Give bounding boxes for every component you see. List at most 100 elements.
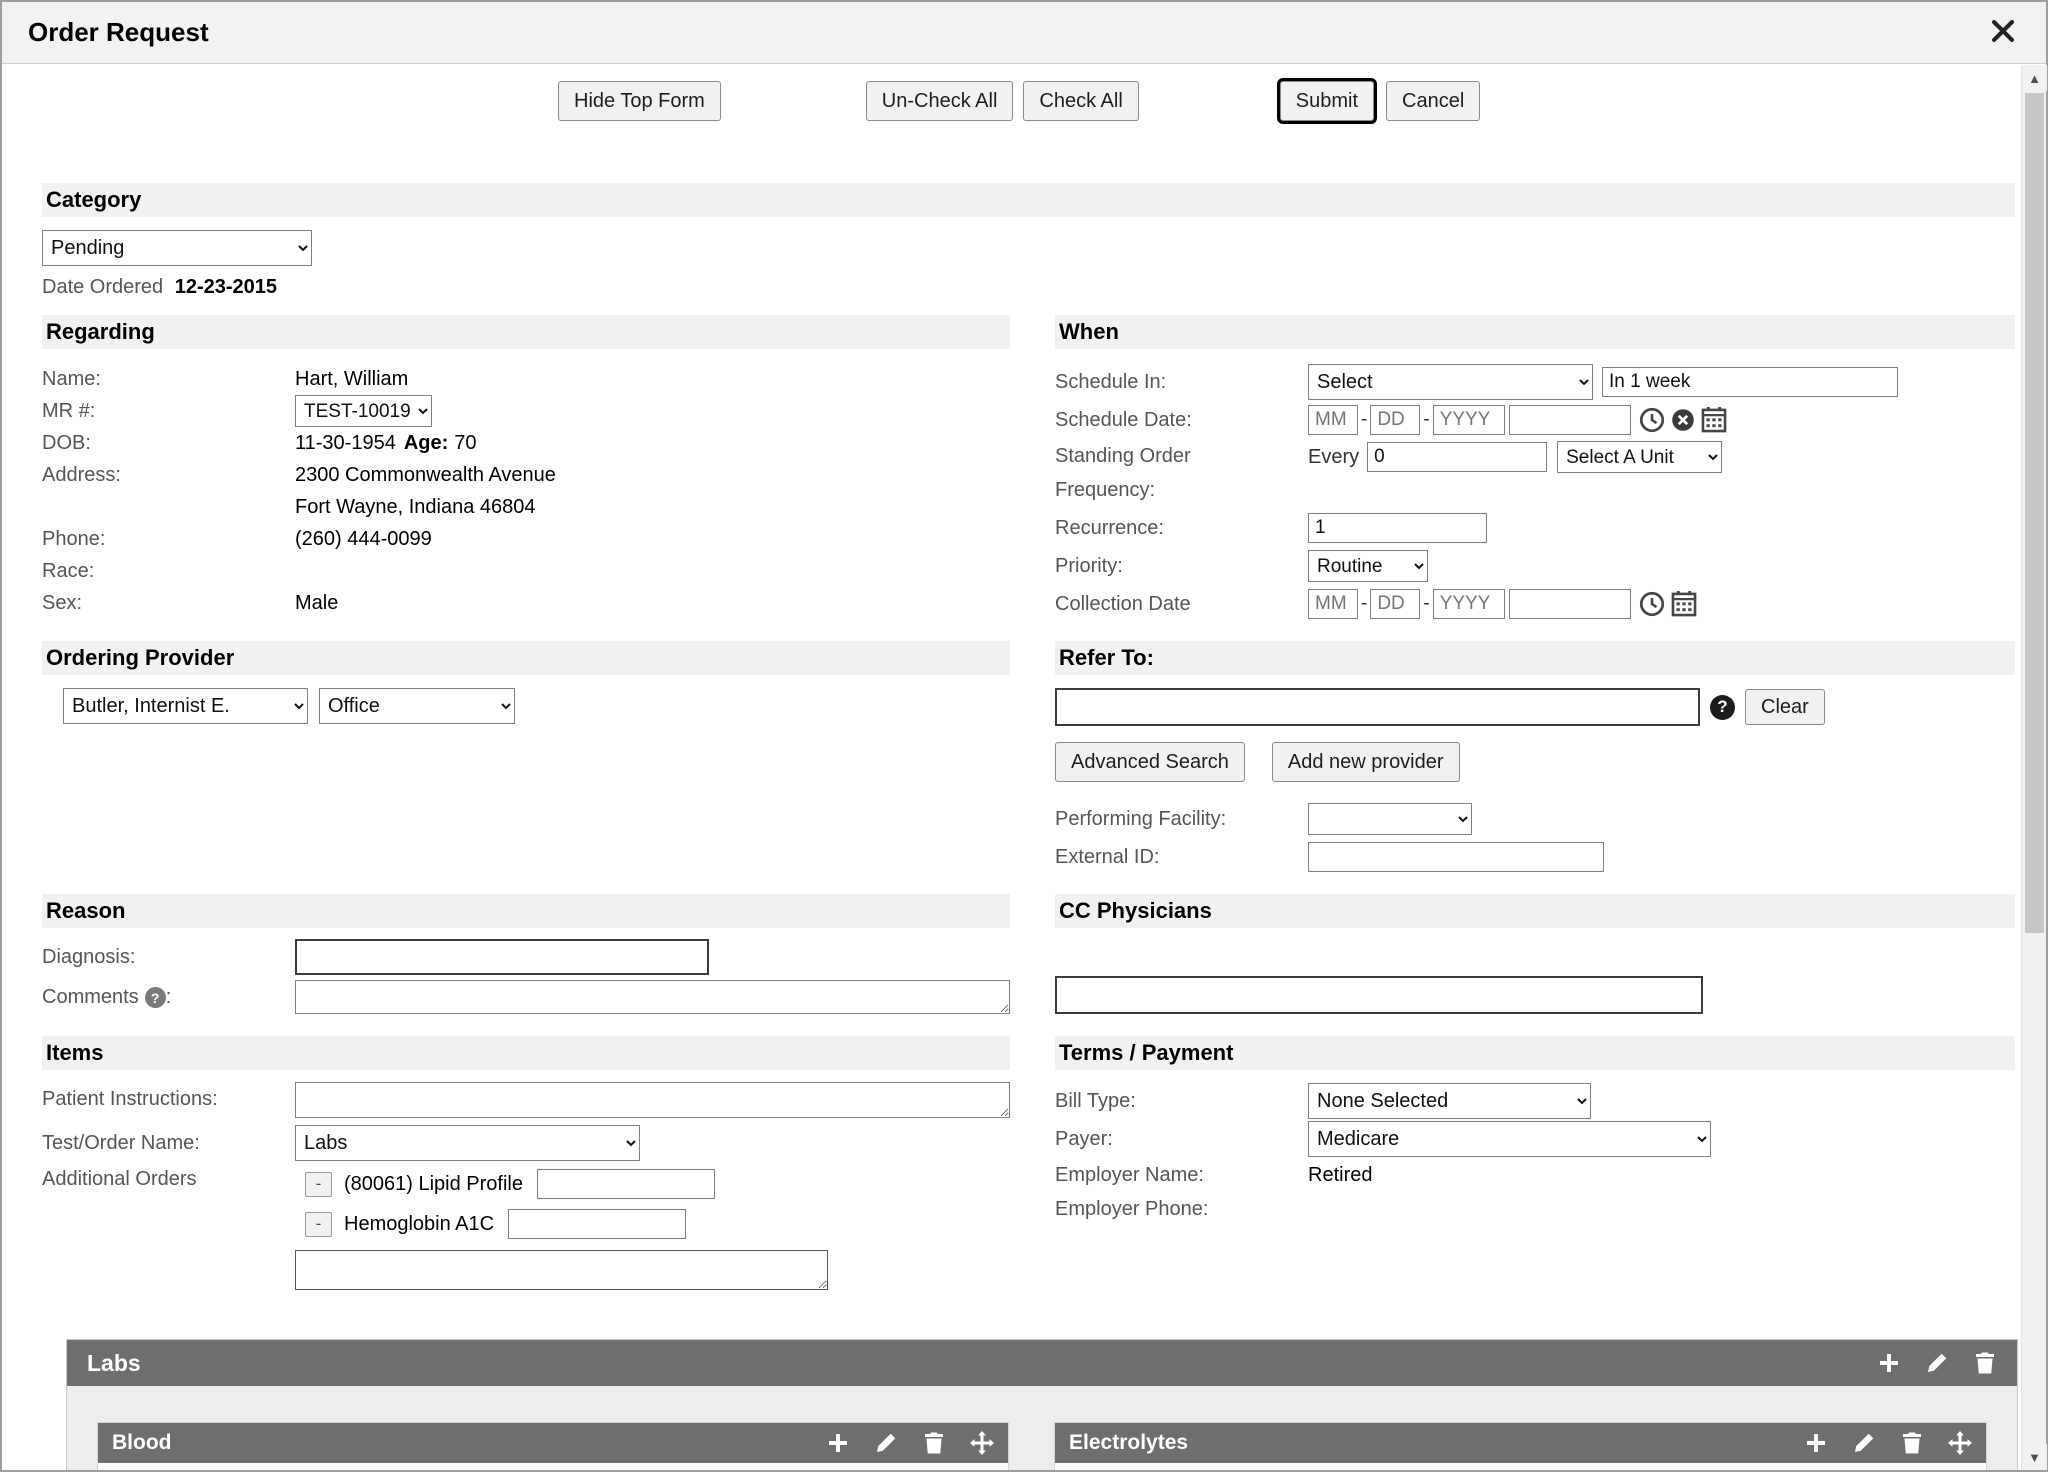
refer-to-section: Refer To: ? Clear Advanced Search Add ne…: [1055, 641, 2015, 876]
dialog-titlebar: Order Request: [2, 2, 2046, 64]
ordering-provider-section: Ordering Provider Butler, Internist E. O…: [42, 641, 1010, 876]
edit-icon[interactable]: [874, 1431, 898, 1455]
additional-orders-label: Additional Orders: [42, 1168, 295, 1191]
clock-icon[interactable]: [1639, 407, 1665, 433]
submit-button[interactable]: Submit: [1280, 81, 1374, 121]
delete-icon[interactable]: [1973, 1351, 1997, 1375]
refer-to-input[interactable]: [1055, 688, 1700, 726]
age-label: Age:: [404, 432, 448, 455]
patient-dob: 11-30-1954: [295, 432, 396, 455]
edit-icon[interactable]: [1852, 1431, 1876, 1455]
payer-label: Payer:: [1055, 1128, 1308, 1151]
every-input[interactable]: [1367, 442, 1547, 472]
refer-to-help-icon[interactable]: ?: [1710, 695, 1735, 720]
payer-select[interactable]: Medicare: [1308, 1121, 1711, 1157]
performing-facility-select[interactable]: [1308, 803, 1472, 835]
test-order-name-select[interactable]: Labs: [295, 1125, 640, 1161]
address-label: Address:: [42, 459, 295, 491]
group-header: Electrolytes: [1055, 1423, 1986, 1463]
cancel-button[interactable]: Cancel: [1386, 81, 1480, 121]
collection-date-dd-input[interactable]: [1370, 589, 1420, 619]
when-section-header: When: [1055, 315, 2015, 349]
provider-location-select[interactable]: Office: [319, 688, 515, 724]
uncheck-all-button[interactable]: Un-Check All: [866, 81, 1014, 121]
test-row: Chloride: [1055, 1463, 1986, 1470]
scrollbar-up-button[interactable]: ▲: [2022, 65, 2047, 91]
calendar-icon[interactable]: [1701, 407, 1727, 433]
external-id-input[interactable]: [1308, 842, 1604, 872]
collection-date-yyyy-input[interactable]: [1433, 589, 1505, 619]
move-icon[interactable]: [1948, 1431, 1972, 1455]
schedule-in-text-input[interactable]: [1602, 367, 1898, 397]
patient-age: 70: [454, 432, 476, 455]
collection-time-input[interactable]: [1509, 589, 1631, 619]
collection-calendar-icon[interactable]: [1671, 591, 1697, 617]
comments-help-icon[interactable]: ?: [145, 987, 166, 1008]
schedule-date-mm-input[interactable]: [1308, 405, 1358, 435]
every-label: Every: [1308, 446, 1359, 469]
order-value-input[interactable]: [537, 1169, 715, 1199]
schedule-date-label: Schedule Date:: [1055, 409, 1308, 432]
mr-label: MR #:: [42, 400, 295, 423]
schedule-date-dd-input[interactable]: [1370, 405, 1420, 435]
diagnosis-label: Diagnosis:: [42, 946, 295, 969]
regarding-section-header: Regarding: [42, 315, 1010, 349]
delete-icon[interactable]: [922, 1431, 946, 1455]
add-icon[interactable]: [826, 1431, 850, 1455]
recurrence-input[interactable]: [1308, 513, 1487, 543]
when-section: When Schedule In: Select Schedule Date: …: [1055, 315, 2015, 623]
regarding-section: Regarding Name:Hart, William MR #: TEST-…: [42, 315, 1010, 623]
lab-group-electrolytes: Electrolytes Chloride: [1054, 1422, 1987, 1470]
group-header: Blood: [98, 1423, 1008, 1463]
add-new-provider-button[interactable]: Add new provider: [1272, 742, 1460, 782]
cc-physicians-input[interactable]: [1055, 976, 1703, 1014]
advanced-search-button[interactable]: Advanced Search: [1055, 742, 1245, 782]
test-row: ANA: [98, 1463, 1008, 1470]
order-value-input[interactable]: [508, 1209, 686, 1239]
edit-icon[interactable]: [1925, 1351, 1949, 1375]
remove-order-button[interactable]: -: [305, 1172, 332, 1197]
order-name: Hemoglobin A1C: [344, 1213, 494, 1236]
clear-date-icon[interactable]: [1671, 408, 1695, 432]
schedule-date-yyyy-input[interactable]: [1433, 405, 1505, 435]
bill-type-label: Bill Type:: [1055, 1090, 1308, 1113]
page-title: Order Request: [28, 17, 209, 48]
vertical-scrollbar[interactable]: ▲ ▼: [2021, 65, 2046, 1470]
clear-refer-button[interactable]: Clear: [1745, 689, 1825, 725]
collection-clock-icon[interactable]: [1639, 591, 1665, 617]
scrollbar-thumb[interactable]: [2025, 93, 2044, 933]
group-title: Electrolytes: [1069, 1431, 1188, 1455]
group-title: Blood: [112, 1431, 171, 1455]
add-icon[interactable]: [1877, 1351, 1901, 1375]
add-icon[interactable]: [1804, 1431, 1828, 1455]
labs-panel: Labs Blood: [66, 1339, 2018, 1470]
close-button[interactable]: [1986, 16, 2020, 50]
move-icon[interactable]: [970, 1431, 994, 1455]
test-order-name-label: Test/Order Name:: [42, 1132, 295, 1155]
additional-orders-textarea[interactable]: [295, 1250, 828, 1290]
bill-type-select[interactable]: None Selected: [1308, 1083, 1591, 1119]
diagnosis-input[interactable]: [295, 939, 709, 975]
comments-textarea[interactable]: [295, 980, 1010, 1014]
hide-top-form-button[interactable]: Hide Top Form: [558, 81, 721, 121]
collection-date-mm-input[interactable]: [1308, 589, 1358, 619]
remove-order-button[interactable]: -: [305, 1212, 332, 1237]
scrollbar-down-button[interactable]: ▼: [2022, 1444, 2047, 1470]
date-ordered-value: 12-23-2015: [175, 276, 277, 298]
patient-phone: (260) 444-0099: [295, 528, 432, 551]
order-name: (80061) Lipid Profile: [344, 1173, 523, 1196]
priority-select[interactable]: Routine: [1308, 550, 1428, 582]
unit-select[interactable]: Select A Unit: [1557, 441, 1722, 473]
schedule-time-input[interactable]: [1509, 405, 1631, 435]
patient-instructions-textarea[interactable]: [295, 1082, 1010, 1118]
collection-date-label: Collection Date: [1055, 593, 1308, 616]
mr-number-select[interactable]: TEST-10019: [295, 395, 432, 427]
category-select[interactable]: Pending: [42, 230, 312, 266]
labs-panel-title: Labs: [87, 1350, 141, 1377]
delete-icon[interactable]: [1900, 1431, 1924, 1455]
items-section-header: Items: [42, 1036, 1010, 1070]
phone-label: Phone:: [42, 528, 295, 551]
schedule-in-select[interactable]: Select: [1308, 364, 1593, 400]
check-all-button[interactable]: Check All: [1023, 81, 1138, 121]
ordering-provider-select[interactable]: Butler, Internist E.: [63, 688, 308, 724]
